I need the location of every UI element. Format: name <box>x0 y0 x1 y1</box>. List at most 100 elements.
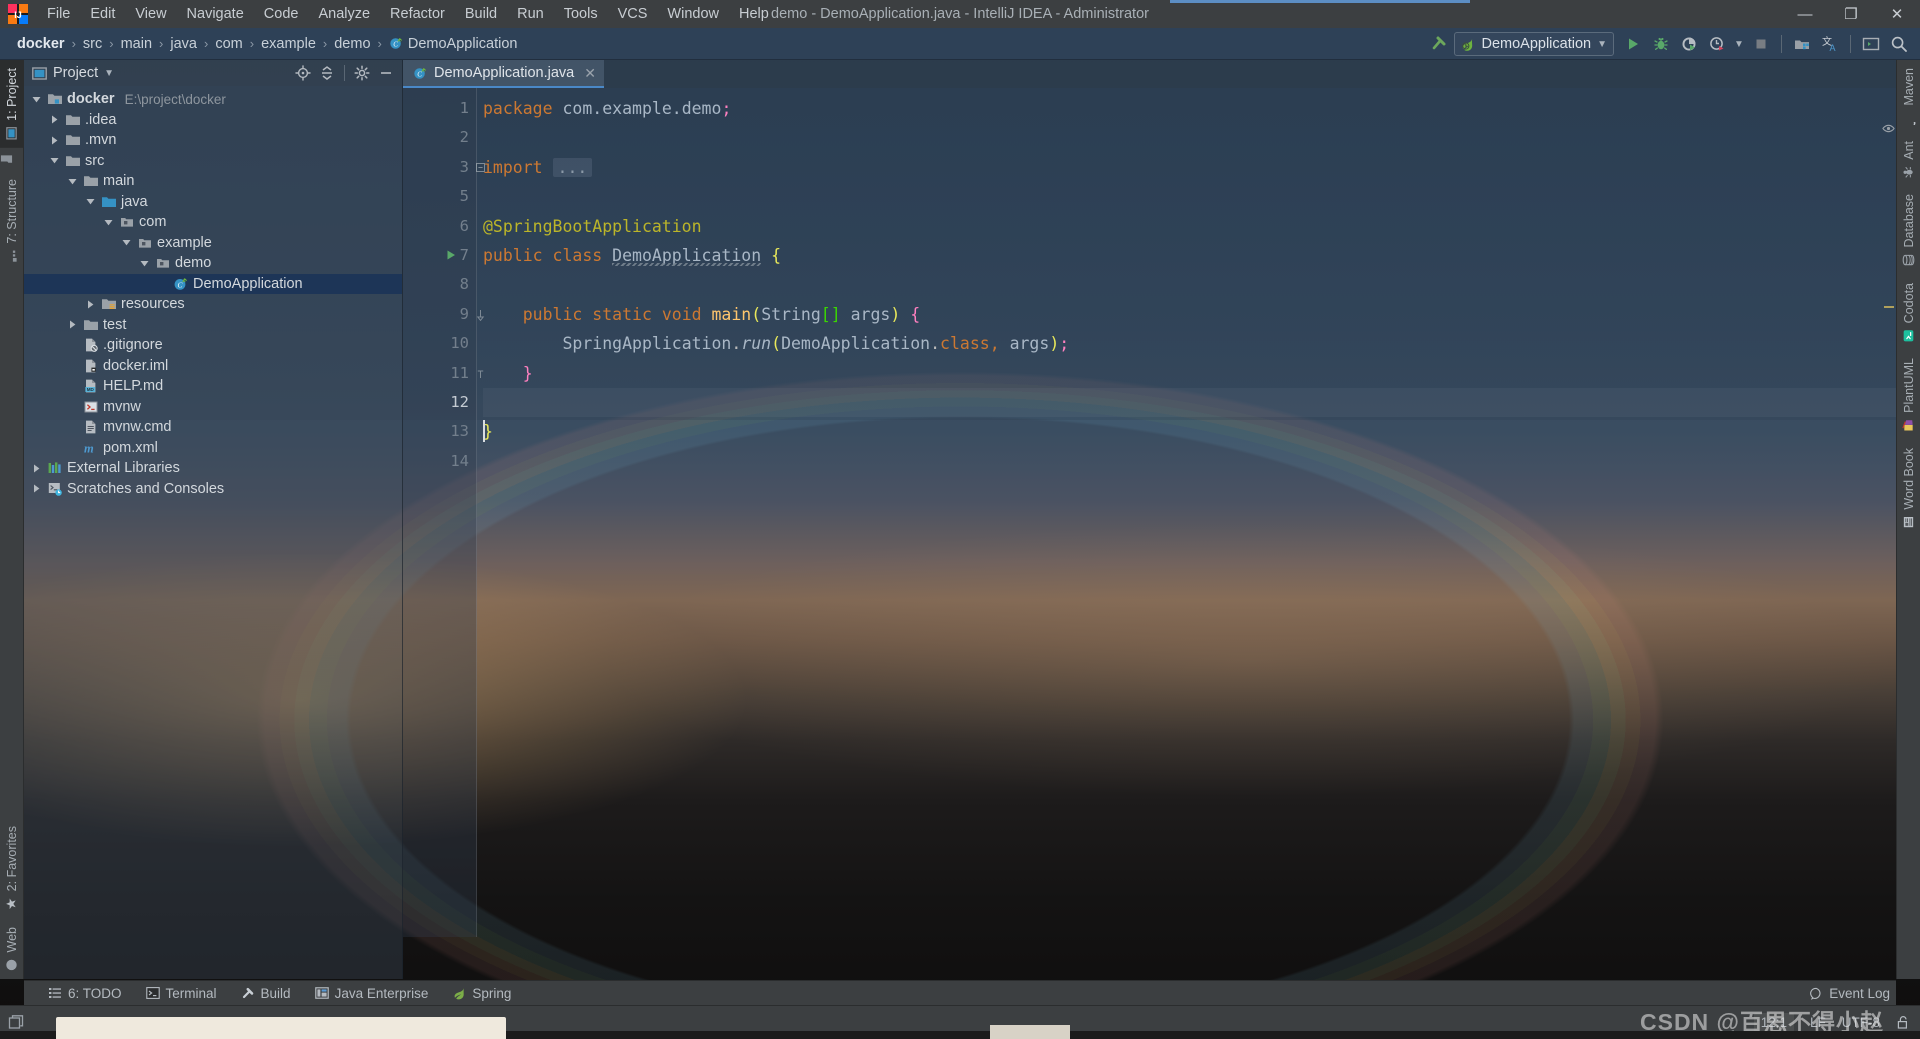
line-number-12[interactable]: 12 <box>403 388 477 417</box>
breadcrumb[interactable]: docker › src › main › java › com › example › demo › C D… <box>0 28 522 60</box>
tree-node-demo[interactable]: demo <box>24 253 402 274</box>
tree-node-gitignore[interactable]: .gitignore <box>24 335 402 356</box>
taskbar-window-preview-2[interactable] <box>990 1025 1070 1039</box>
window-controls[interactable]: — ❐ ✕ <box>1782 0 1920 28</box>
tree-node-main[interactable]: main <box>24 171 402 192</box>
minimize-button[interactable]: — <box>1782 0 1828 28</box>
line-number-14[interactable]: 14 <box>403 447 477 476</box>
tree-node-mvnw-cmd[interactable]: mvnw.cmd <box>24 417 402 438</box>
search-everywhere-icon[interactable] <box>1886 31 1912 57</box>
line-number-3[interactable]: 3 <box>403 153 485 182</box>
chevron-right-icon[interactable] <box>30 462 43 475</box>
bottom-tab-terminal[interactable]: Terminal <box>134 981 229 1006</box>
sidebar-item-favorites[interactable]: 2: Favorites <box>0 818 24 918</box>
breadcrumb-item-src[interactable]: src <box>78 35 107 53</box>
update-project-icon[interactable] <box>1789 31 1815 57</box>
line-number-2[interactable]: 2 <box>403 123 477 152</box>
toggle-toolwindows-icon[interactable] <box>8 1014 25 1031</box>
menu-item-tools[interactable]: Tools <box>554 0 608 28</box>
maximize-button[interactable]: ❐ <box>1828 0 1874 28</box>
chevron-down-icon[interactable] <box>84 195 97 208</box>
chevron-right-icon[interactable] <box>66 318 79 331</box>
breadcrumb-item-demoapplication[interactable]: C DemoApplication <box>384 35 523 53</box>
chevron-right-icon[interactable] <box>84 298 97 311</box>
profiler-dropdown-icon[interactable]: ▼ <box>1732 31 1746 57</box>
menu-item-analyze[interactable]: Analyze <box>308 0 380 28</box>
line-number-9[interactable]: 9 <box>403 300 485 329</box>
line-number-6[interactable]: 6 <box>403 212 477 241</box>
inspections-eye-icon[interactable] <box>1882 122 1895 135</box>
menu-item-navigate[interactable]: Navigate <box>177 0 254 28</box>
line-number-1[interactable]: 1 <box>403 94 477 123</box>
tree-node-mvnw[interactable]: mvnw <box>24 397 402 418</box>
profiler-icon[interactable] <box>1704 31 1730 57</box>
sidebar-item-folder[interactable] <box>0 148 13 171</box>
tree-node-java[interactable]: java <box>24 192 402 213</box>
menu-item-file[interactable]: File <box>37 0 80 28</box>
menu-bar[interactable]: File Edit View Navigate Code Analyze Refactor B… <box>37 0 779 28</box>
close-button[interactable]: ✕ <box>1874 0 1920 28</box>
breadcrumb-item-example[interactable]: example <box>256 35 321 53</box>
breadcrumb-item-java[interactable]: java <box>165 35 202 53</box>
line-number-13[interactable]: 13 <box>403 417 477 446</box>
unlocked-icon[interactable] <box>1896 1015 1910 1030</box>
code-text[interactable]: package com.example.demo; import ... @Sp… <box>477 88 1896 937</box>
sidebar-item-web[interactable]: Web <box>0 919 24 979</box>
line-number-10[interactable]: 10 <box>403 329 477 358</box>
sidebar-item-word-book[interactable]: Word Book <box>1897 440 1920 537</box>
tree-node-scratches-and-consoles[interactable]: Scratches and Consoles <box>24 479 402 500</box>
menu-item-help[interactable]: Help <box>729 0 779 28</box>
run-gutter-icon[interactable] <box>445 249 457 261</box>
menu-item-refactor[interactable]: Refactor <box>380 0 455 28</box>
tree-node-test[interactable]: test <box>24 315 402 336</box>
menu-item-run[interactable]: Run <box>507 0 554 28</box>
error-marker-strip[interactable] <box>1882 116 1896 895</box>
chevron-down-icon[interactable] <box>120 236 133 249</box>
chevron-down-icon[interactable]: ▼ <box>1597 39 1607 50</box>
menu-item-code[interactable]: Code <box>254 0 309 28</box>
tree-node-docker[interactable]: docker E:\project\docker <box>24 89 402 110</box>
bottom-tab-spring[interactable]: Spring <box>440 981 523 1006</box>
gear-icon[interactable] <box>352 63 372 83</box>
chevron-right-icon[interactable] <box>30 482 43 495</box>
line-number-7[interactable]: 7 <box>403 241 477 270</box>
chevron-down-icon[interactable] <box>30 93 43 106</box>
breadcrumb-item-docker[interactable]: docker <box>12 35 70 53</box>
tree-node-mvn[interactable]: .mvn <box>24 130 402 151</box>
menu-item-vcs[interactable]: VCS <box>608 0 658 28</box>
tree-node-com[interactable]: com <box>24 212 402 233</box>
breadcrumb-item-com[interactable]: com <box>210 35 247 53</box>
run-icon[interactable] <box>1620 31 1646 57</box>
line-separator[interactable]: LF <box>1810 1015 1826 1030</box>
close-icon[interactable]: ✕ <box>584 65 596 82</box>
debug-icon[interactable] <box>1648 31 1674 57</box>
collapse-all-icon[interactable] <box>317 63 337 83</box>
menu-item-build[interactable]: Build <box>455 0 507 28</box>
chevron-down-icon[interactable]: ▼ <box>104 68 114 79</box>
chevron-down-icon[interactable] <box>66 175 79 188</box>
bottom-tab-todo[interactable]: 6: TODO <box>36 981 134 1006</box>
bottom-tab-java-enterprise[interactable]: Java Enterprise <box>303 981 441 1006</box>
breadcrumb-item-demo[interactable]: demo <box>329 35 375 53</box>
sidebar-item-codota[interactable]: Codota <box>1897 275 1920 350</box>
stop-icon[interactable] <box>1748 31 1774 57</box>
sidebar-item-ant[interactable]: Ant <box>1897 133 1920 187</box>
tree-node-help-md[interactable]: MD HELP.md <box>24 376 402 397</box>
tree-node-resources[interactable]: resources <box>24 294 402 315</box>
tree-node-example[interactable]: example <box>24 233 402 254</box>
tree-node-pom-xml[interactable]: m pom.xml <box>24 438 402 459</box>
chevron-down-icon[interactable] <box>48 154 61 167</box>
sidebar-item-maven[interactable]: m Maven <box>1897 60 1920 133</box>
tab-demoapplication-java[interactable]: C DemoApplication.java ✕ <box>403 60 604 88</box>
run-configuration-selector[interactable]: DemoApplication ▼ <box>1454 32 1614 56</box>
bottom-tab-build[interactable]: Build <box>229 981 303 1006</box>
breadcrumb-item-main[interactable]: main <box>116 35 157 53</box>
build-hammer-icon[interactable] <box>1426 31 1452 57</box>
menu-item-window[interactable]: Window <box>657 0 729 28</box>
chevron-down-icon[interactable] <box>138 257 151 270</box>
menu-item-edit[interactable]: Edit <box>80 0 125 28</box>
sidebar-item-database[interactable]: Database <box>1897 186 1920 275</box>
line-number-5[interactable]: 5 <box>403 182 477 211</box>
event-log-button[interactable]: Event Log <box>1810 981 1890 1006</box>
locate-icon[interactable] <box>293 63 313 83</box>
